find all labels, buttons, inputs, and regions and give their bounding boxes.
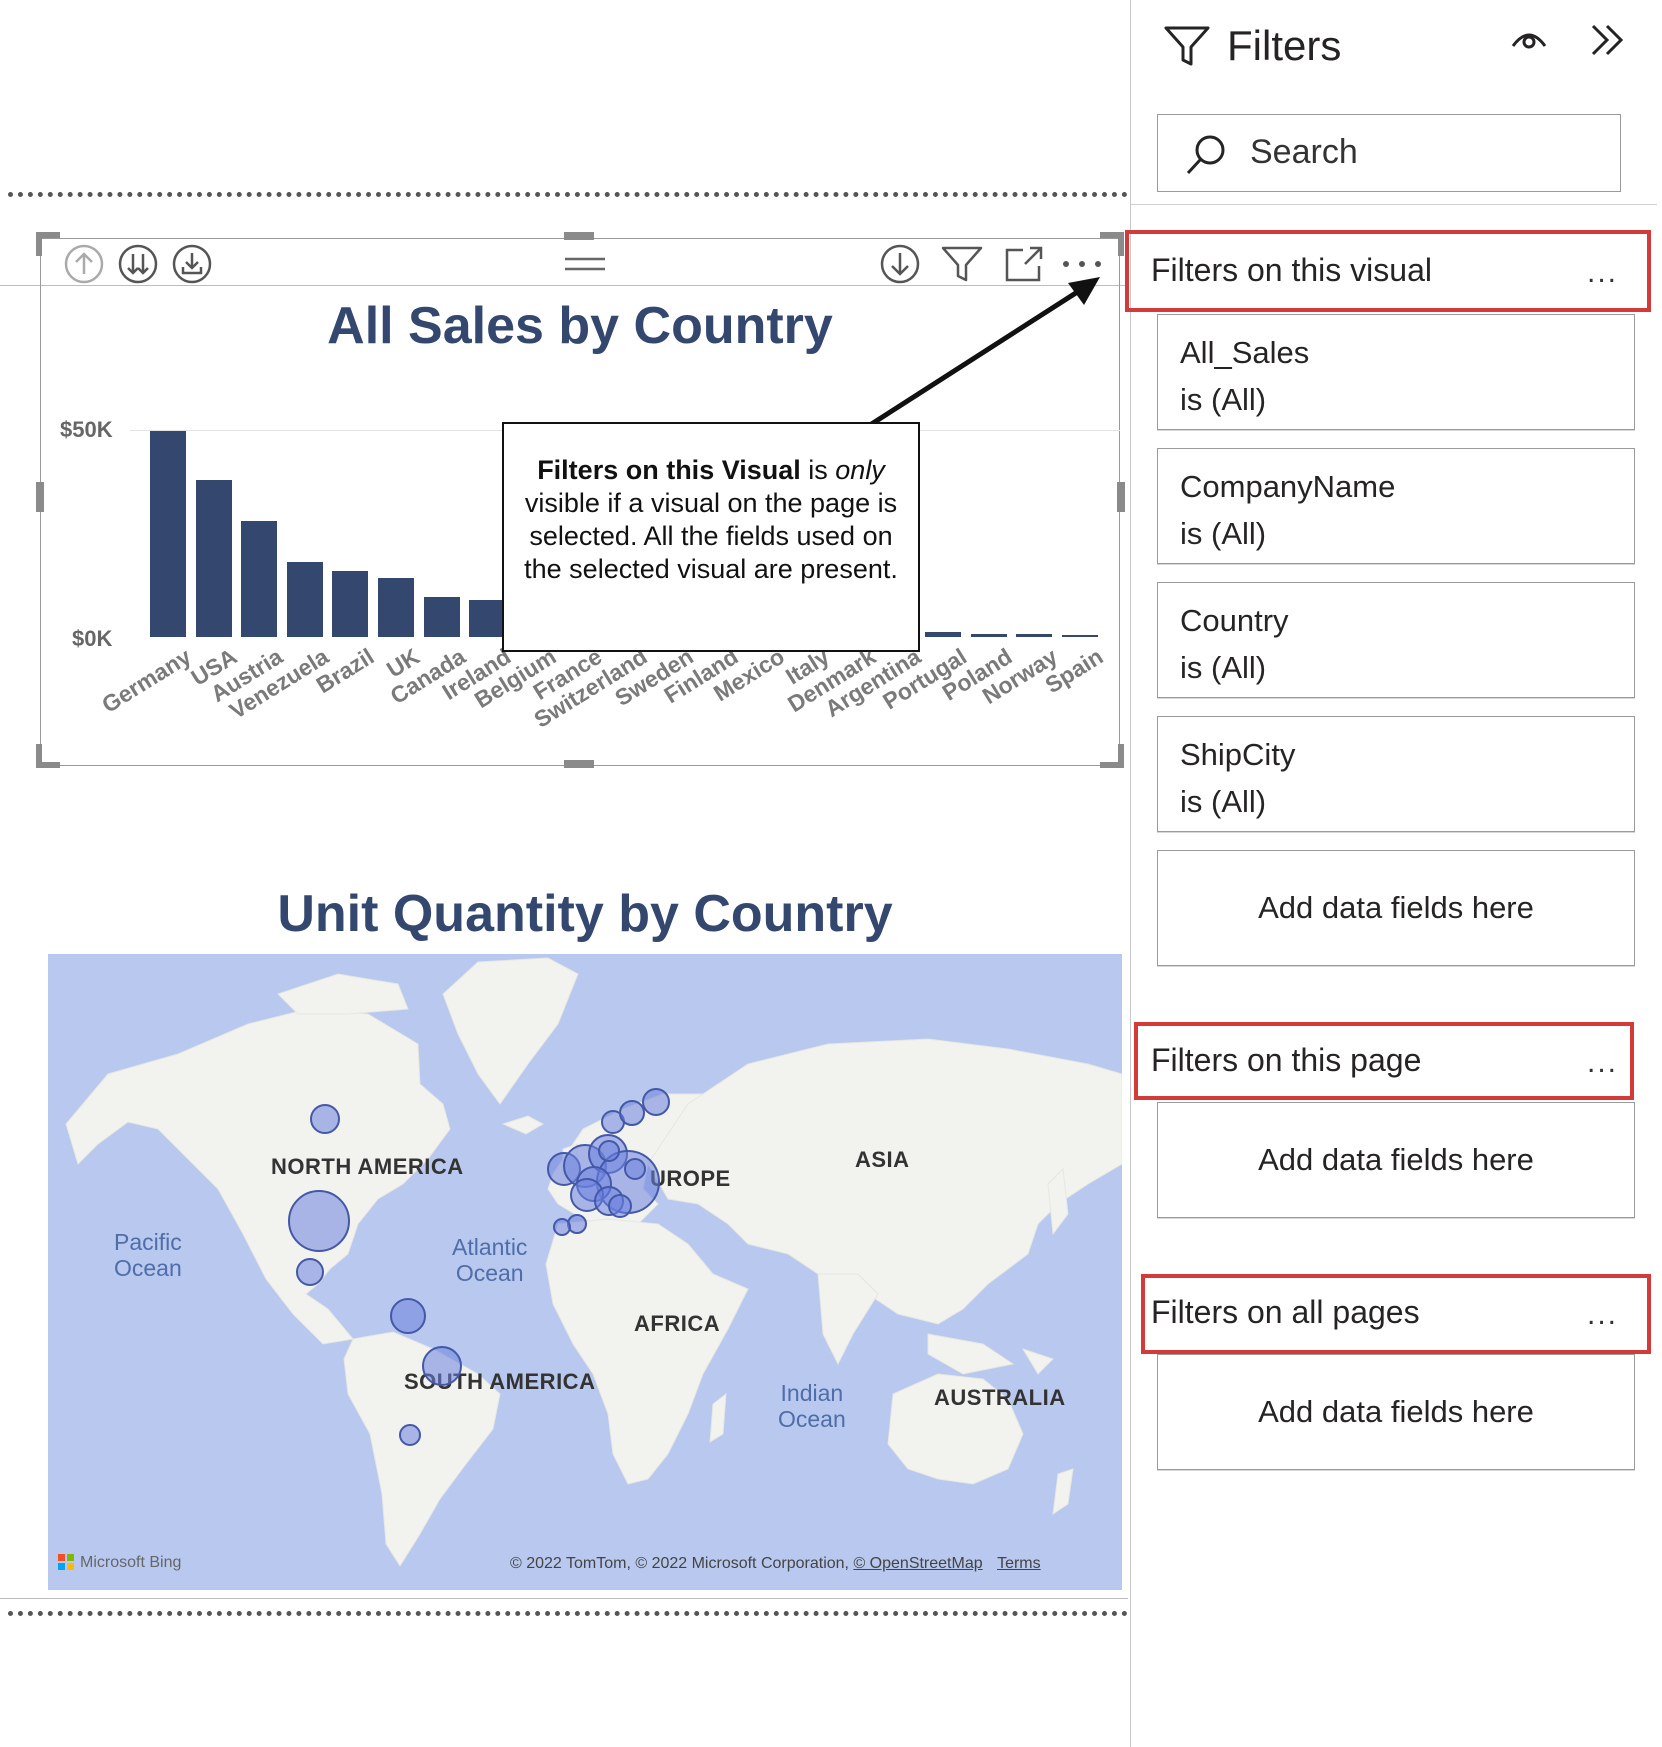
bubble-map[interactable]: NORTH AMERICA SOUTH AMERICA UROPE ASIA A…	[48, 954, 1122, 1590]
resize-handle-bottom[interactable]	[564, 760, 594, 768]
bar-portugal[interactable]	[925, 632, 962, 637]
bar-norway[interactable]	[1016, 634, 1053, 637]
continent-label-australia: AUSTRALIA	[934, 1385, 1066, 1410]
collapse-pane-icon[interactable]	[1589, 22, 1627, 63]
bar-spain[interactable]	[1062, 634, 1098, 637]
ocean-label-pacific: Pacific Ocean	[114, 1229, 182, 1281]
map-bubble[interactable]	[288, 1190, 350, 1252]
filter-card[interactable]: CompanyName is (All)	[1157, 448, 1635, 564]
section-header-page[interactable]: Filters on this page	[1151, 1042, 1421, 1079]
ocean-label-line: Indian	[780, 1380, 844, 1406]
resize-handle-tr[interactable]	[1118, 232, 1124, 256]
bar-poland[interactable]	[970, 633, 1007, 637]
more-options-icon[interactable]: ...	[1587, 1298, 1618, 1332]
info-callout: Filters on this Visual is only visible i…	[502, 422, 920, 652]
map-chart-title: Unit Quantity by Country	[277, 885, 893, 943]
canvas-bottom-border	[8, 1611, 1128, 1616]
callout-bold-text: Filters on this Visual	[537, 455, 801, 485]
bar-venezuela[interactable]	[286, 562, 323, 637]
resize-handle-tl[interactable]	[36, 232, 42, 256]
map-bubble[interactable]	[619, 1100, 645, 1126]
bar-austria[interactable]	[241, 521, 278, 637]
bar-ireland[interactable]	[469, 599, 506, 637]
callout-text: visible if a visual on the page is selec…	[524, 488, 898, 584]
map-bubble[interactable]	[399, 1424, 421, 1446]
bar-canada[interactable]	[423, 597, 460, 637]
map-copyright: © 2022 TomTom, © 2022 Microsoft Corporat…	[510, 1555, 1041, 1573]
ocean-label-line: Ocean	[455, 1260, 524, 1286]
map-bubble[interactable]	[422, 1346, 462, 1386]
ocean-label-line: Atlantic	[452, 1234, 528, 1260]
filter-condition: is (All)	[1180, 516, 1267, 551]
resize-handle-right[interactable]	[1117, 482, 1125, 512]
filter-card[interactable]: ShipCity is (All)	[1157, 716, 1635, 832]
add-data-fields-dropzone[interactable]: Add data fields here	[1157, 850, 1635, 966]
map-bubble[interactable]	[390, 1298, 426, 1334]
resize-handle-br[interactable]	[1118, 744, 1124, 768]
bar-uk[interactable]	[378, 577, 414, 637]
add-data-fields-dropzone[interactable]: Add data fields here	[1157, 1354, 1635, 1470]
expand-next-level-icon[interactable]	[116, 242, 160, 286]
callout-italic-text: only	[835, 455, 885, 485]
filter-field-name: Country	[1180, 603, 1289, 638]
map-bubble[interactable]	[642, 1088, 670, 1116]
map-bubble[interactable]	[608, 1194, 632, 1218]
continent-label-europe: UROPE	[650, 1166, 731, 1191]
filter-condition: is (All)	[1180, 650, 1267, 685]
map-bubble[interactable]	[553, 1218, 571, 1236]
section-header-visual[interactable]: Filters on this visual	[1151, 252, 1432, 289]
filter-field-name: CompanyName	[1180, 469, 1396, 504]
bing-logo-icon	[58, 1554, 74, 1570]
filter-field-name: ShipCity	[1180, 737, 1296, 772]
ocean-label-line: Ocean	[114, 1255, 182, 1281]
filter-field-name: All_Sales	[1180, 335, 1310, 370]
canvas-divider	[0, 1598, 1128, 1599]
copyright-text: © 2022 TomTom, © 2022 Microsoft Corporat…	[510, 1555, 854, 1572]
expand-all-icon[interactable]	[170, 242, 214, 286]
bar-germany[interactable]	[150, 430, 186, 637]
map-bubble[interactable]	[296, 1258, 324, 1286]
continent-label-africa: AFRICA	[634, 1311, 721, 1336]
filter-card[interactable]: Country is (All)	[1157, 582, 1635, 698]
more-options-icon[interactable]: ...	[1587, 1046, 1618, 1080]
filters-pane: Filters Search Filters on this visual ..…	[1125, 0, 1657, 1747]
openstreetmap-link[interactable]: © OpenStreetMap	[853, 1555, 982, 1572]
resize-handle-left[interactable]	[36, 482, 44, 512]
pane-divider	[1131, 204, 1657, 205]
bar-usa[interactable]	[195, 479, 232, 637]
map-bubble[interactable]	[624, 1158, 646, 1180]
continent-label-north-america: NORTH AMERICA	[271, 1154, 464, 1179]
filter-condition: is (All)	[1180, 382, 1267, 417]
continent-label-asia: ASIA	[855, 1147, 910, 1172]
filter-condition: is (All)	[1180, 784, 1267, 819]
map-bubble[interactable]	[310, 1104, 340, 1134]
y-tick-label: $50K	[60, 417, 113, 442]
drag-grip-icon[interactable]	[560, 242, 610, 286]
terms-link[interactable]: Terms	[997, 1555, 1041, 1572]
drill-up-icon[interactable]	[62, 242, 106, 286]
filter-card[interactable]: All_Sales is (All)	[1157, 314, 1635, 430]
y-tick-label: $0K	[72, 626, 113, 651]
map-bubble[interactable]	[598, 1140, 620, 1162]
filter-icon	[1163, 24, 1211, 73]
ocean-label-line: Ocean	[778, 1406, 846, 1432]
ocean-label-line: Pacific	[114, 1229, 182, 1255]
more-options-icon[interactable]: ...	[1587, 256, 1618, 290]
eye-icon[interactable]	[1509, 24, 1549, 59]
ocean-label-atlantic: Atlantic Ocean	[452, 1234, 527, 1286]
canvas-top-border	[8, 192, 1128, 197]
pane-title: Filters	[1227, 22, 1342, 69]
section-header-all-pages[interactable]: Filters on all pages	[1151, 1294, 1420, 1331]
add-data-fields-dropzone[interactable]: Add data fields here	[1157, 1102, 1635, 1218]
bar-brazil[interactable]	[332, 570, 369, 637]
callout-text: is	[800, 455, 836, 485]
world-landmass	[65, 957, 1122, 1567]
search-icon	[1183, 132, 1229, 183]
ocean-label-indian: Indian Ocean	[778, 1380, 846, 1432]
resize-handle-bl[interactable]	[36, 744, 42, 768]
callout-arrow	[868, 277, 1100, 428]
bing-logo-text: Microsoft Bing	[80, 1554, 182, 1571]
